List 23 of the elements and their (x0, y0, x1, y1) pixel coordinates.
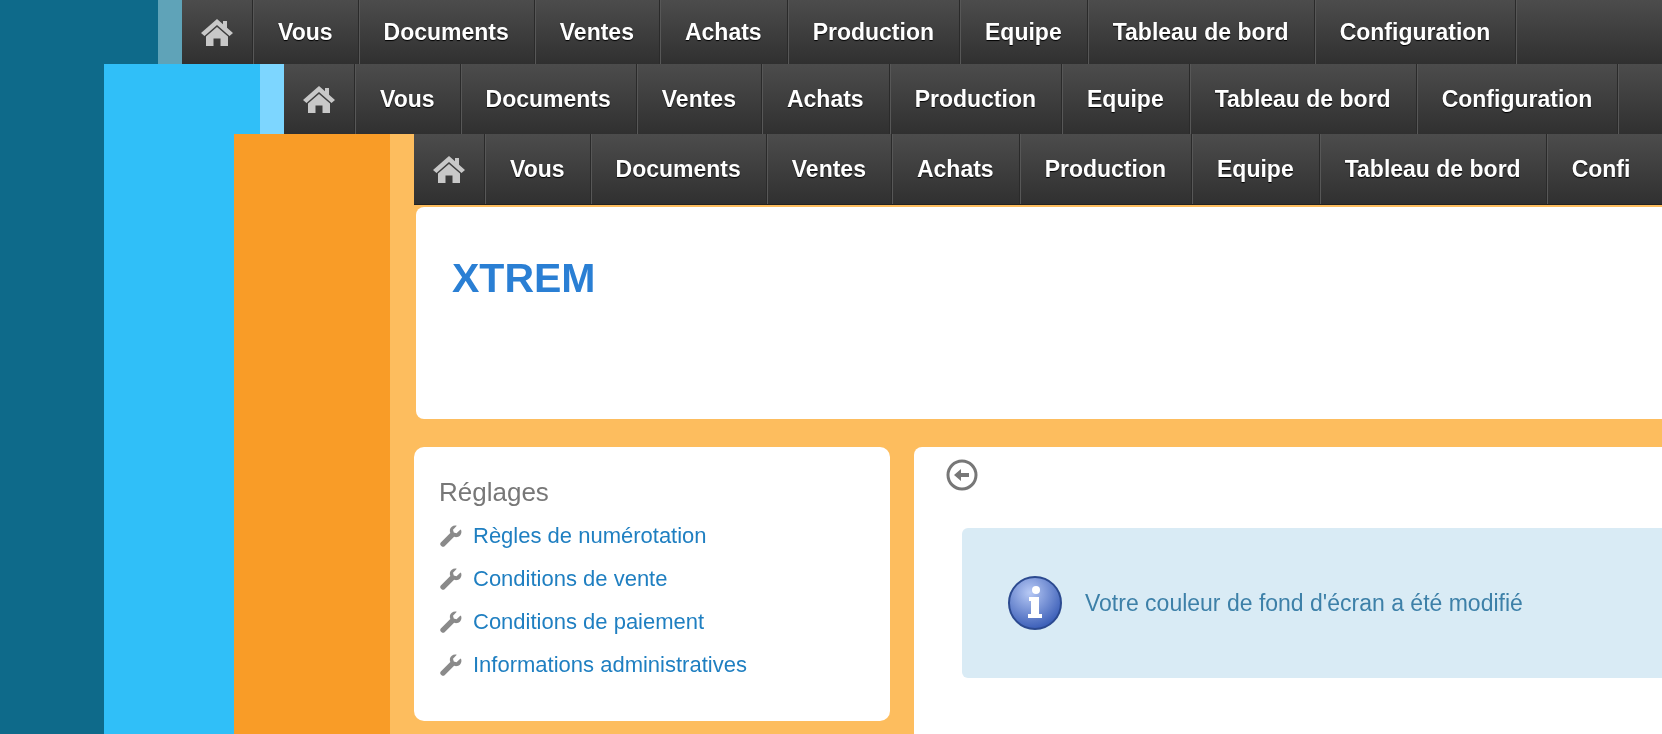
wrench-icon (439, 523, 463, 548)
settings-link[interactable]: Conditions de paiement (473, 608, 705, 635)
menu-item[interactable]: Vous (485, 134, 591, 204)
wrench-icon (439, 566, 463, 591)
wrench-icon (439, 609, 463, 634)
menu-item[interactable]: Ventes (766, 134, 892, 204)
menu-item[interactable]: Confi (1546, 134, 1631, 204)
settings-link[interactable]: Règles de numérotation (473, 522, 707, 549)
message-text: Votre couleur de fond d'écran a été modifié (1085, 589, 1523, 617)
menu-item[interactable]: Documents (590, 134, 767, 204)
company-title: XTREM (452, 255, 597, 302)
home-icon (432, 154, 466, 184)
wrench-icon (439, 652, 463, 677)
menu-item[interactable]: Tableau de bord (1319, 134, 1547, 204)
settings-title: Réglages (439, 477, 550, 508)
menu-item[interactable]: Production (1019, 134, 1193, 204)
home-icon (200, 17, 234, 47)
settings-link[interactable]: Informations administratives (473, 651, 747, 678)
menu-item[interactable]: Achats (891, 134, 1020, 204)
settings-link[interactable]: Conditions de vente (473, 565, 668, 592)
home-icon (302, 84, 336, 114)
menu-item[interactable]: Equipe (1192, 134, 1320, 204)
info-icon (1007, 575, 1063, 631)
